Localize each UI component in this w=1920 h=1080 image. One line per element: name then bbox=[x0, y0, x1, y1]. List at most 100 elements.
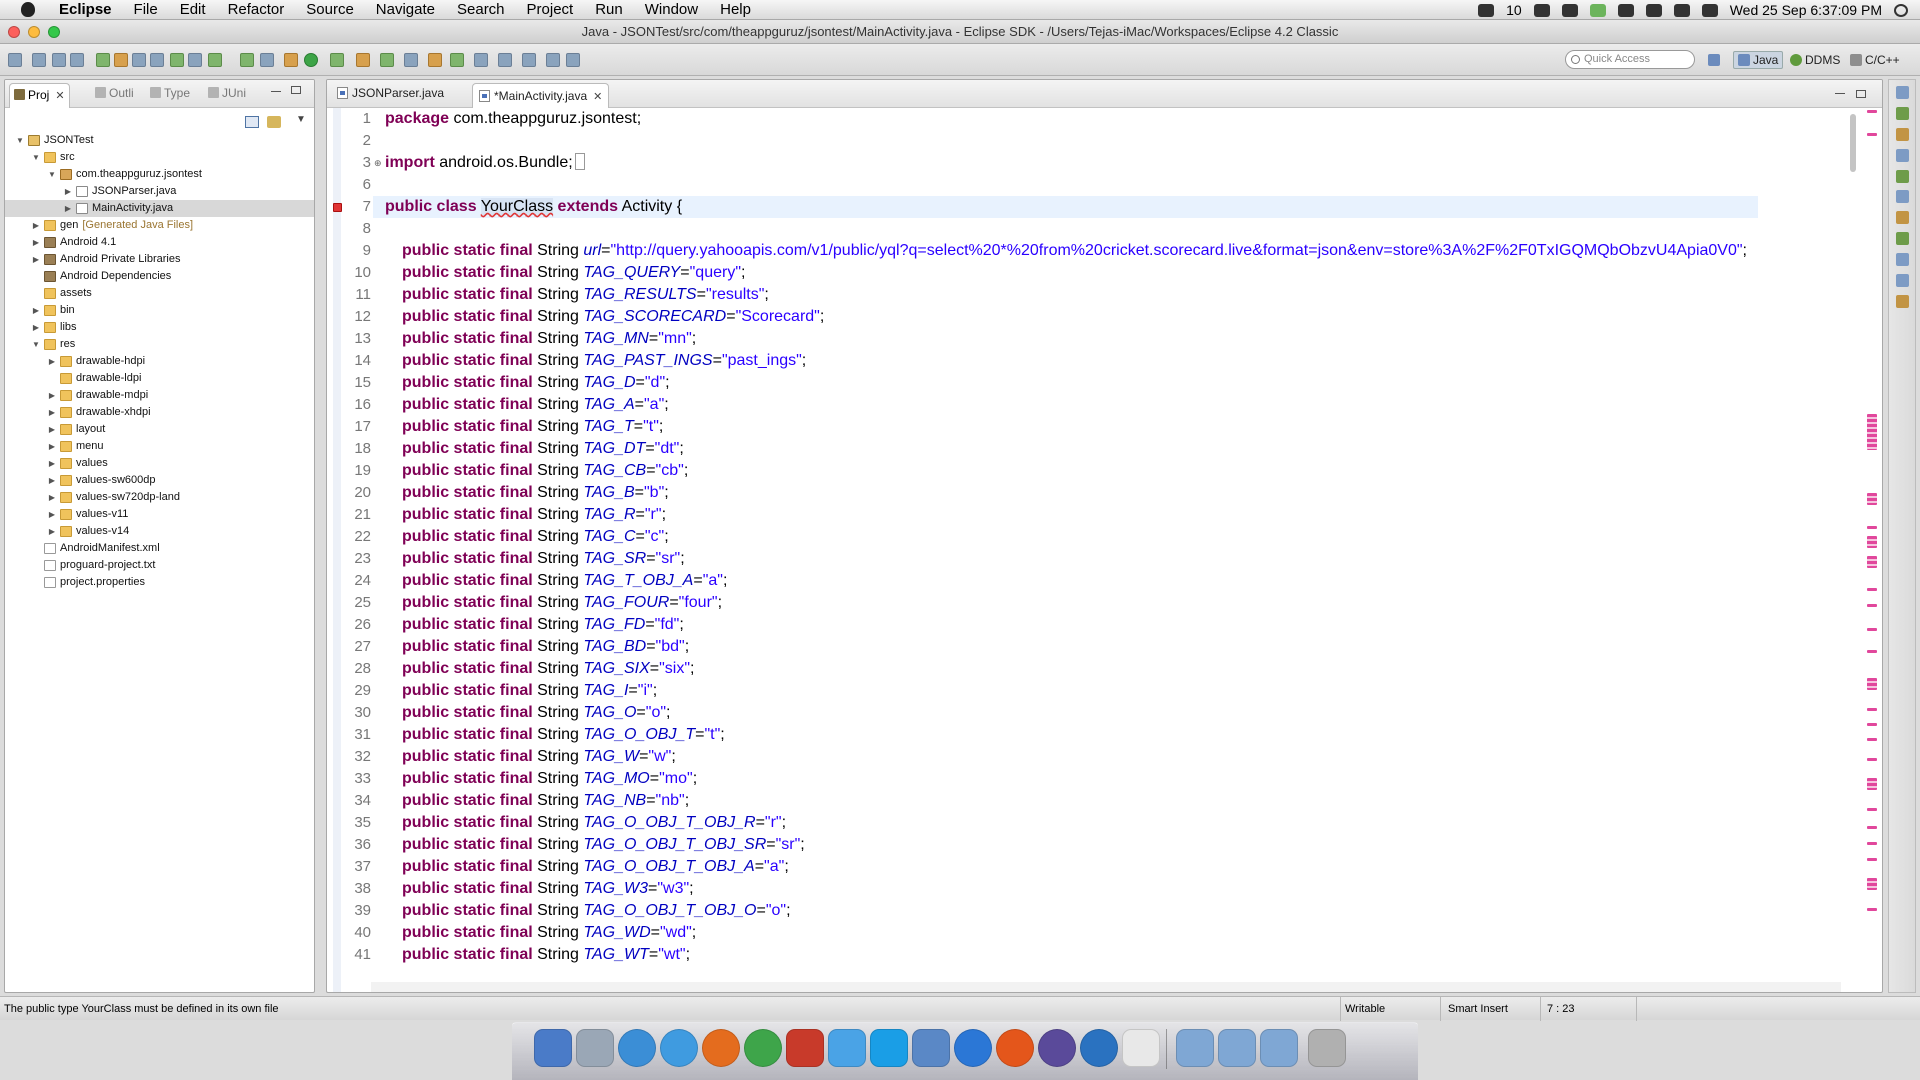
eclipse-icon[interactable] bbox=[1038, 1029, 1076, 1067]
overview-ruler[interactable] bbox=[1863, 108, 1881, 992]
code-line[interactable]: public static final String TAG_MO="mo"; bbox=[402, 768, 697, 790]
tab-type-hierarchy[interactable]: Type bbox=[150, 86, 190, 100]
forward-icon[interactable] bbox=[546, 53, 560, 67]
tree-item[interactable]: ▶ menu bbox=[5, 438, 314, 455]
code-line[interactable]: public class YourClass extends Activity … bbox=[373, 196, 1758, 218]
quick-access-input[interactable]: Quick Access bbox=[1565, 50, 1695, 69]
tree-item[interactable]: ▶ layout bbox=[5, 421, 314, 438]
code-line[interactable]: public static final String TAG_QUERY="qu… bbox=[402, 262, 745, 284]
trim-view-icon[interactable] bbox=[1896, 170, 1909, 183]
bluetooth-icon[interactable] bbox=[1645, 3, 1662, 17]
tree-item[interactable]: project.properties bbox=[5, 574, 314, 591]
debug-run-icon[interactable] bbox=[284, 53, 298, 67]
close-tab-icon[interactable]: ✕ bbox=[593, 90, 602, 103]
status-sync-icon[interactable] bbox=[1533, 3, 1550, 17]
horizontal-scrollbar[interactable] bbox=[371, 982, 1841, 992]
tree-item[interactable]: ▶ MainActivity.java bbox=[5, 200, 314, 217]
new-package-icon[interactable] bbox=[404, 53, 418, 67]
tree-item[interactable]: ▶ values-v14 bbox=[5, 523, 314, 540]
error-indicator[interactable] bbox=[1867, 588, 1877, 591]
tab-outline[interactable]: Outli bbox=[95, 86, 134, 100]
coverage-icon[interactable] bbox=[330, 53, 344, 67]
code-line[interactable]: public static final String TAG_DT="dt"; bbox=[402, 438, 684, 460]
code-line[interactable]: public static final String TAG_O_OBJ_T_O… bbox=[402, 856, 789, 878]
code-line[interactable]: public static final String TAG_MN="mn"; bbox=[402, 328, 696, 350]
tab-project-explorer[interactable]: Proj ✕ bbox=[9, 83, 70, 108]
code-line[interactable]: public static final String TAG_RESULTS="… bbox=[402, 284, 769, 306]
folder-icon[interactable] bbox=[1218, 1029, 1256, 1067]
code-line[interactable]: public static final String TAG_SIX="six"… bbox=[402, 658, 694, 680]
error-indicator[interactable] bbox=[1867, 758, 1877, 761]
appstore-icon[interactable] bbox=[954, 1029, 992, 1067]
code-line[interactable]: public static final String TAG_O="o"; bbox=[402, 702, 670, 724]
skype-icon[interactable] bbox=[870, 1029, 908, 1067]
collapsed-arrow-icon[interactable]: ▶ bbox=[47, 489, 57, 506]
zoom-window-button[interactable] bbox=[48, 26, 60, 38]
status-box-icon[interactable] bbox=[1561, 3, 1578, 17]
code-line[interactable]: package com.theappguruz.jsontest; bbox=[385, 108, 641, 130]
code-line[interactable]: public static final String TAG_T_OBJ_A="… bbox=[402, 570, 727, 592]
tree-item[interactable]: ▶ JSONParser.java bbox=[5, 183, 314, 200]
tab-junit[interactable]: JUni bbox=[208, 86, 246, 100]
perspective-java[interactable]: Java bbox=[1733, 51, 1784, 69]
folder-icon[interactable] bbox=[1176, 1029, 1214, 1067]
code-line[interactable]: public static final String TAG_B="b"; bbox=[402, 482, 669, 504]
itunes-icon[interactable] bbox=[618, 1029, 656, 1067]
code-line[interactable]: public static final String TAG_I="i"; bbox=[402, 680, 657, 702]
error-indicator[interactable] bbox=[1867, 536, 1877, 548]
code-line[interactable]: public static final String TAG_R="r"; bbox=[402, 504, 666, 526]
tab-mainactivity[interactable]: *MainActivity.java ✕ bbox=[472, 83, 610, 108]
expanded-arrow-icon[interactable]: ▼ bbox=[15, 132, 25, 149]
code-line[interactable]: public static final String TAG_WD="wd"; bbox=[402, 922, 696, 944]
menu-window[interactable]: Window bbox=[634, 0, 709, 20]
tree-item[interactable]: proguard-project.txt bbox=[5, 557, 314, 574]
collapsed-arrow-icon[interactable]: ▶ bbox=[47, 506, 57, 523]
spotlight-icon[interactable] bbox=[1894, 3, 1908, 17]
code-line[interactable]: public static final String TAG_SR="sr"; bbox=[402, 548, 685, 570]
finder-icon[interactable] bbox=[534, 1029, 572, 1067]
clock[interactable]: Wed 25 Sep 6:37:09 PM bbox=[1730, 2, 1882, 18]
collapsed-arrow-icon[interactable]: ▶ bbox=[47, 455, 57, 472]
menu-edit[interactable]: Edit bbox=[169, 0, 217, 20]
safari-icon[interactable] bbox=[660, 1029, 698, 1067]
wifi-icon[interactable] bbox=[1673, 3, 1690, 17]
new-class-icon[interactable] bbox=[150, 53, 164, 67]
code-editor[interactable]: 1 2 3 ⊕ 6 7 8 9 10 11 12 13 14 15 16 17 18 19 20 21 22 23 24 25… bbox=[327, 108, 1882, 992]
run-icon[interactable] bbox=[304, 53, 318, 67]
messages-icon[interactable] bbox=[828, 1029, 866, 1067]
collapsed-arrow-icon[interactable]: ▶ bbox=[31, 251, 41, 268]
error-indicator[interactable] bbox=[1867, 778, 1877, 790]
collapsed-arrow-icon[interactable]: ▶ bbox=[47, 387, 57, 404]
collapsed-arrow-icon[interactable]: ▶ bbox=[31, 234, 41, 251]
scrollbar-thumb[interactable] bbox=[1850, 114, 1856, 172]
code-line[interactable]: public static final String url="http://q… bbox=[402, 240, 1747, 262]
view-menu-icon[interactable]: ▼ bbox=[296, 114, 306, 125]
maximize-view-button[interactable] bbox=[291, 86, 301, 94]
tree-item[interactable]: ▶ gen [Generated Java Files] bbox=[5, 217, 314, 234]
photo-icon[interactable] bbox=[576, 1029, 614, 1067]
open-type-icon[interactable] bbox=[428, 53, 442, 67]
error-indicator[interactable] bbox=[1867, 858, 1877, 861]
code-line[interactable]: public static final String TAG_O_OBJ_T="… bbox=[402, 724, 725, 746]
menu-search[interactable]: Search bbox=[446, 0, 516, 20]
code-line[interactable]: public static final String TAG_FD="fd"; bbox=[402, 614, 684, 636]
debug-icon[interactable] bbox=[240, 53, 254, 67]
code-line[interactable]: public static final String TAG_PAST_INGS… bbox=[402, 350, 806, 372]
menu-app[interactable]: Eclipse bbox=[48, 0, 123, 20]
collapsed-arrow-icon[interactable]: ▶ bbox=[47, 421, 57, 438]
time-machine-icon[interactable] bbox=[1617, 3, 1634, 17]
expanded-arrow-icon[interactable]: ▼ bbox=[31, 336, 41, 353]
tree-item[interactable]: ▼ com.theappguruz.jsontest bbox=[5, 166, 314, 183]
lint-icon[interactable] bbox=[208, 53, 222, 67]
trim-view-icon[interactable] bbox=[1896, 128, 1909, 141]
trim-view-icon[interactable] bbox=[1896, 149, 1909, 162]
collapsed-arrow-icon[interactable]: ▶ bbox=[47, 353, 57, 370]
collapsed-arrow-icon[interactable]: ▶ bbox=[47, 523, 57, 540]
tree-item[interactable]: ▶ values-sw720dp-land bbox=[5, 489, 314, 506]
error-indicator[interactable] bbox=[1867, 738, 1877, 741]
avd-manager-icon[interactable] bbox=[188, 53, 202, 67]
error-indicator[interactable] bbox=[1867, 526, 1877, 529]
tree-item[interactable]: ▶ Android Private Libraries bbox=[5, 251, 314, 268]
code-line[interactable]: public static final String TAG_D="d"; bbox=[402, 372, 670, 394]
skip-breakpoints-icon[interactable] bbox=[260, 53, 274, 67]
